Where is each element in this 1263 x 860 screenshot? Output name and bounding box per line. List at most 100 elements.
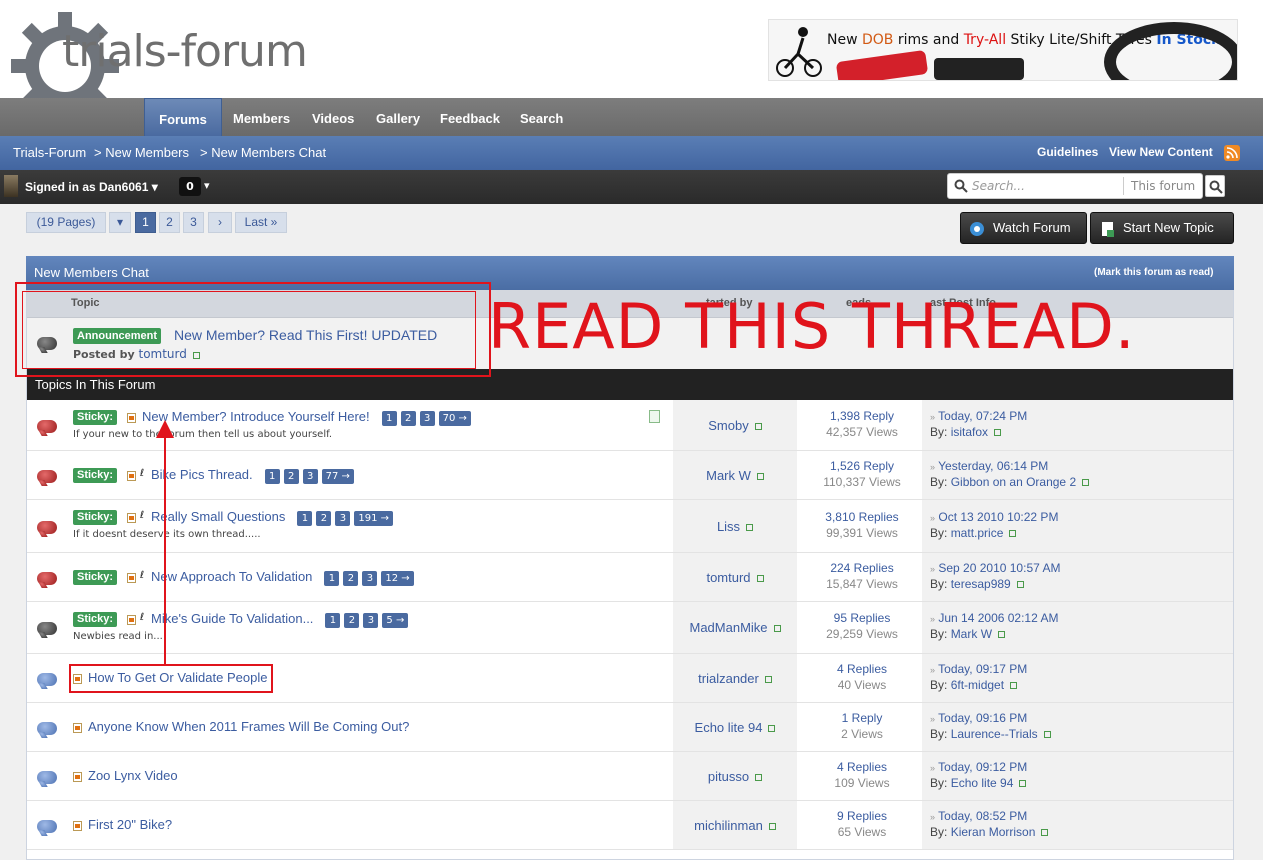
last-post-author: By: teresap989 [930,577,1024,591]
topic-starter[interactable]: Echo lite 94 [673,720,797,735]
tab-forums[interactable]: Forums [144,98,222,136]
topic-row: Sticky: ℓ New Approach To Validation 1 2 3 12 … [27,553,1233,602]
annotation-text: READ THIS THREAD. [488,290,1136,363]
view-count: 15,847 Views [826,577,898,591]
topic-title-link[interactable]: First 20" Bike? [88,817,172,832]
page-last[interactable]: Last » [235,212,287,233]
topic-type-icon [73,772,82,782]
topic-page-link[interactable]: 1 [324,571,340,586]
topic-page-link[interactable]: 2 [283,469,299,484]
search-input[interactable]: Search... This forum [947,173,1203,199]
view-count: 40 Views [837,678,887,692]
topic-page-link[interactable]: 1 [325,613,341,628]
new-document-icon [1102,222,1114,237]
start-new-topic-button[interactable]: Start New Topic [1090,212,1234,244]
view-new-content-link[interactable]: View New Content [1109,145,1213,159]
signed-in-menu[interactable]: Signed in as Dan6061 ▾ [25,180,158,194]
last-post-author: By: 6ft-midget [930,678,1018,692]
external-link-icon [746,524,754,532]
notifications-count[interactable]: 0 [179,177,201,196]
topic-starter[interactable]: Liss [673,519,797,534]
last-post-date[interactable]: » Today, 09:17 PM [930,662,1027,676]
topic-row: Sticky: New Member? Introduce Yourself He… [27,400,1233,451]
watch-forum-button[interactable]: Watch Forum [960,212,1087,244]
topic-row: Sticky: ℓ Bike Pics Thread. 1 2 3 77 → Mark W 1,… [27,451,1233,500]
pages-dropdown[interactable]: ▾ [109,212,131,233]
last-post-date[interactable]: » Today, 07:24 PM [930,409,1027,423]
guidelines-link[interactable]: Guidelines [1037,145,1098,159]
tab-search[interactable]: Search [520,98,563,136]
topic-starter[interactable]: Mark W [673,468,797,483]
search-button[interactable] [1205,175,1225,197]
avatar[interactable] [4,175,18,197]
topic-title-link[interactable]: Anyone Know When 2011 Frames Will Be Com… [88,719,409,734]
reply-count: 1 Reply [841,711,883,725]
external-link-icon [773,625,781,633]
last-post-date[interactable]: » Today, 09:12 PM [930,760,1027,774]
topic-starter[interactable]: MadManMike [673,620,797,635]
arrow-icon: » [930,665,936,675]
tab-gallery[interactable]: Gallery [376,98,420,136]
page-next[interactable]: › [208,212,232,233]
pages-count[interactable]: (19 Pages) [26,212,106,233]
sticky-badge: Sticky: [73,612,118,627]
topic-starter[interactable]: trialzander [673,671,797,686]
search-scope[interactable]: This forum [1123,177,1195,195]
tab-feedback[interactable]: Feedback [440,98,500,136]
rss-icon[interactable] [1224,145,1240,161]
tab-videos[interactable]: Videos [312,98,354,136]
topic-page-link[interactable]: 191 → [354,511,394,526]
last-post-date[interactable]: » Oct 13 2010 10:22 PM [930,510,1058,524]
topic-page-link[interactable]: 1 [297,511,313,526]
page-2[interactable]: 2 [159,212,180,233]
topic-starter[interactable]: tomturd [673,570,797,585]
topic-page-link[interactable]: 3 [362,571,378,586]
topic-starter[interactable]: pitusso [673,769,797,784]
page-1[interactable]: 1 [135,212,156,233]
breadcrumb-home[interactable]: Trials-Forum [13,145,86,160]
last-post-date[interactable]: » Jun 14 2006 02:12 AM [930,611,1058,625]
preview-icon[interactable] [649,410,660,423]
site-logo-text[interactable]: trials-forum [62,26,308,77]
reply-count: 4 Replies [836,662,888,676]
annotation-inner-box [22,291,476,369]
last-post-date[interactable]: » Sep 20 2010 10:57 AM [930,561,1060,575]
topic-page-link[interactable]: 2 [316,511,332,526]
topic-starter[interactable]: Smoby [673,418,797,433]
external-link-icon [756,473,764,481]
page-3[interactable]: 3 [183,212,204,233]
tab-members[interactable]: Members [233,98,290,136]
reply-count: 3,810 Replies [825,510,899,524]
topic-page-link[interactable]: 12 → [381,571,414,586]
topic-page-link[interactable]: 3 [335,511,351,526]
chevron-down-icon[interactable]: ▾ [204,179,210,192]
topic-page-link[interactable]: 1 [264,469,280,484]
topic-page-link[interactable]: 3 [302,469,318,484]
topic-page-link[interactable]: 3 [363,613,379,628]
topic-type-icon [127,413,136,423]
topic-page-link[interactable]: 77 → [321,469,354,484]
sticky-badge: Sticky: [73,468,118,483]
topic-page-link[interactable]: 1 [381,411,397,426]
external-link-icon [754,423,762,431]
topic-page-link[interactable]: 5 → [382,613,409,628]
topic-page-link[interactable]: 2 [344,613,360,628]
last-post-date[interactable]: » Today, 09:16 PM [930,711,1027,725]
topic-row: Sticky: ℓ Really Small Questions If it does… [27,500,1233,553]
last-post-date[interactable]: » Yesterday, 06:14 PM [930,459,1048,473]
breadcrumb-new-members-chat[interactable]: > New Members Chat [200,145,326,160]
topic-page-link[interactable]: 3 [419,411,435,426]
topic-starter[interactable]: michilinman [673,818,797,833]
topic-page-link[interactable]: 2 [400,411,416,426]
mark-forum-read-link[interactable]: (Mark this forum as read) [1094,267,1213,278]
last-post-date[interactable]: » Today, 08:52 PM [930,809,1027,823]
topic-type-icon [127,513,136,523]
topic-description: If your new to the forum then tell us ab… [73,429,333,440]
last-post-author: By: Laurence--Trials [930,727,1051,741]
advert-banner[interactable]: New DOB rims and Try-All Stiky Lite/Shif… [768,19,1238,81]
topic-page-link[interactable]: 2 [343,571,359,586]
arrow-icon: » [930,812,936,822]
breadcrumb-new-members[interactable]: > New Members [94,145,189,160]
topic-title-link[interactable]: Zoo Lynx Video [88,768,178,783]
topic-page-link[interactable]: 70 → [438,411,471,426]
